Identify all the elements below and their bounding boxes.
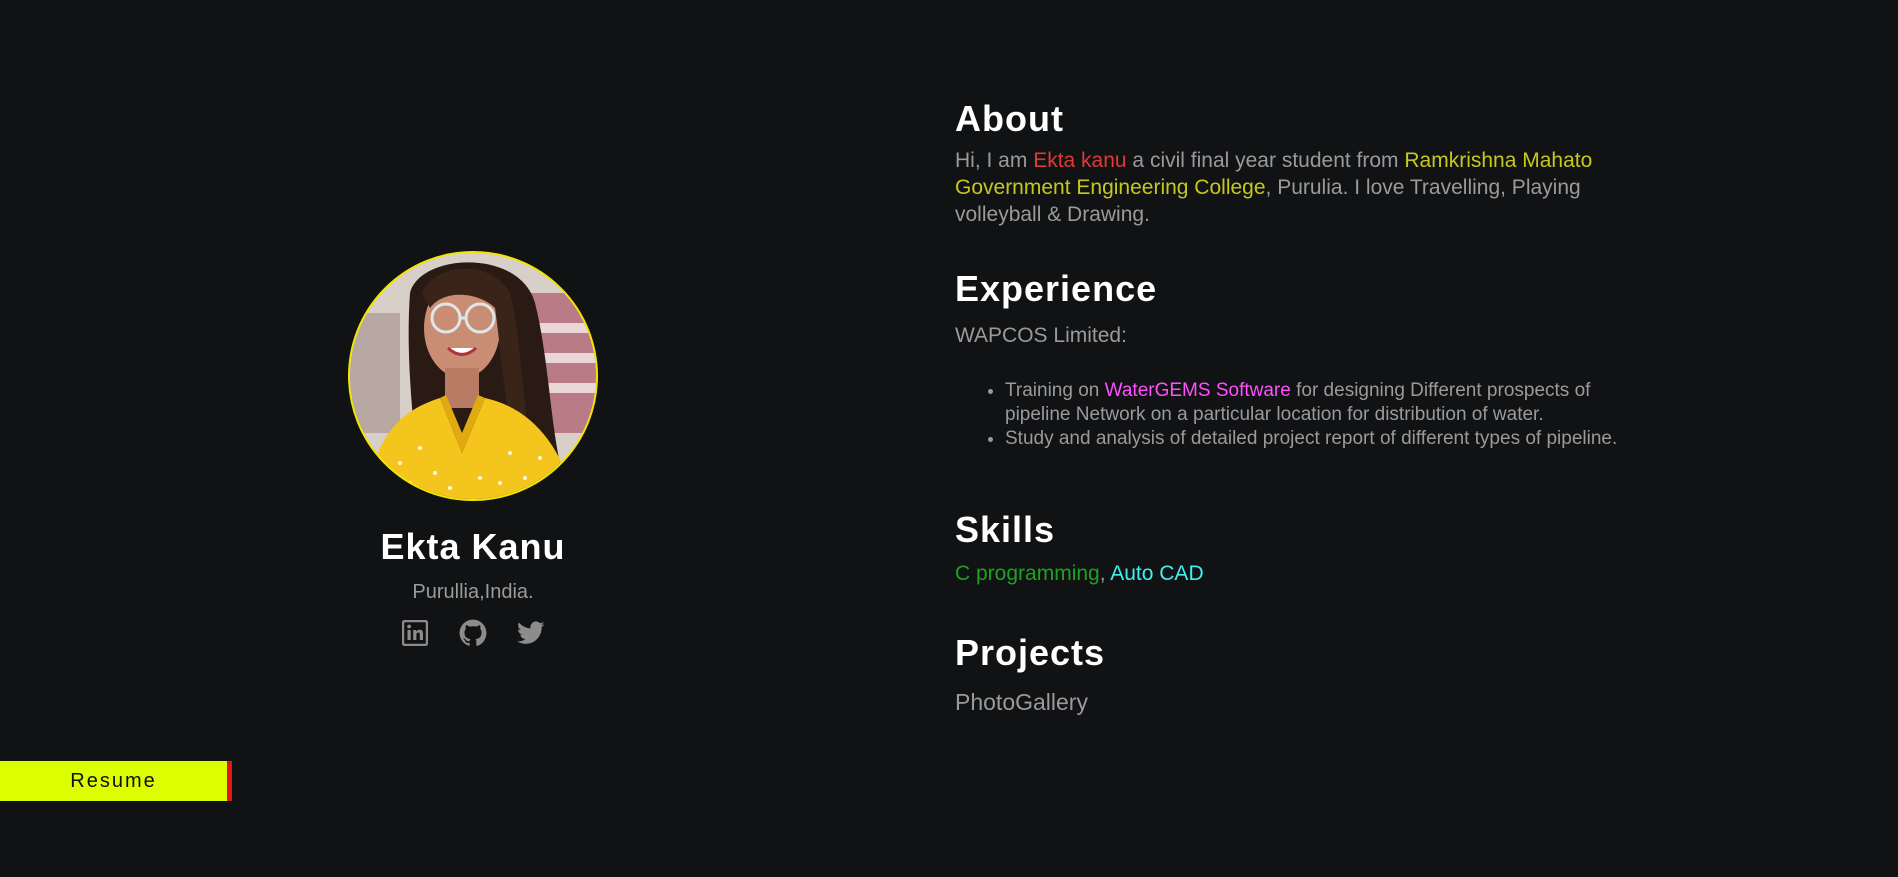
skill-item: Auto CAD xyxy=(1110,562,1204,586)
avatar-photo xyxy=(350,253,596,499)
avatar xyxy=(348,251,598,501)
experience-item: Study and analysis of detailed project r… xyxy=(1005,427,1635,451)
about-intro: Hi, I am xyxy=(955,149,1034,173)
about-name-highlight: Ekta kanu xyxy=(1033,149,1127,173)
github-icon xyxy=(459,619,487,646)
experience-section: Experience WAPCOS Limited: Training on W… xyxy=(955,268,1635,450)
resume-button[interactable]: Resume xyxy=(0,761,232,801)
experience-item-prefix: Training on xyxy=(1005,379,1105,401)
skills-section: Skills C programming, Auto CAD xyxy=(955,509,1635,587)
main-content: About Hi, I am Ekta kanu a civil final y… xyxy=(955,98,1635,716)
linkedin-link[interactable] xyxy=(401,619,429,647)
project-item[interactable]: PhotoGallery xyxy=(955,688,1635,716)
skills-title: Skills xyxy=(955,508,1056,550)
experience-item: Training on WaterGEMS Software for desig… xyxy=(1005,379,1635,427)
experience-title: Experience xyxy=(955,268,1158,310)
profile-location: Purullia,India. xyxy=(412,581,534,603)
twitter-link[interactable] xyxy=(517,619,545,647)
about-mid: a civil final year student from xyxy=(1126,149,1405,173)
skill-item: C programming xyxy=(955,562,1100,586)
profile-name: Ekta Kanu xyxy=(380,526,566,567)
projects-section: Projects PhotoGallery xyxy=(955,632,1635,715)
linkedin-icon xyxy=(402,620,428,646)
projects-title: Projects xyxy=(955,632,1106,674)
about-title: About xyxy=(955,98,1064,139)
github-link[interactable] xyxy=(459,619,487,647)
profile-card: Ekta Kanu Purullia,India. xyxy=(273,251,673,647)
about-text: Hi, I am Ekta kanu a civil final year st… xyxy=(955,147,1635,228)
social-links xyxy=(401,619,545,647)
experience-company: WAPCOS Limited: xyxy=(955,323,1127,347)
about-section: About Hi, I am Ekta kanu a civil final y… xyxy=(955,98,1635,228)
experience-list: Training on WaterGEMS Software for desig… xyxy=(955,379,1635,451)
experience-item-highlight: WaterGEMS Software xyxy=(1104,379,1291,401)
skills-list: C programming, Auto CAD xyxy=(955,560,1635,587)
portfolio-page: Ekta Kanu Purullia,India. Resume About H… xyxy=(0,0,1898,877)
twitter-icon xyxy=(517,621,545,644)
skill-separator: , xyxy=(1099,562,1111,586)
